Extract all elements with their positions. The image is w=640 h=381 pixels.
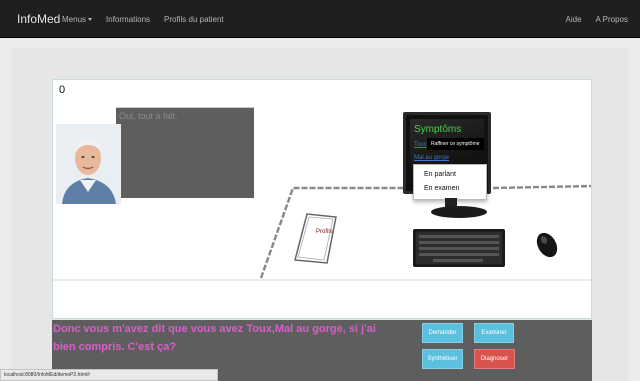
refine-tooltip: Raffiner ce symptôme [427, 138, 484, 150]
symptom-link-toux[interactable]: Toux [414, 142, 427, 148]
menu-item-en-parlant[interactable]: En parlant [424, 171, 456, 178]
nav-informations[interactable]: Informations [106, 15, 150, 24]
nav-right: Aide A Propos [566, 15, 628, 24]
doctor-dialog-text: Donc vous m'avez dit que vous avez Toux,… [53, 323, 376, 353]
symptoms-title: Symptôms [414, 124, 462, 135]
symptom-link-mal-au-gorge[interactable]: Mal au gorge [414, 155, 449, 161]
nav-menus-label: Menus [62, 15, 87, 24]
nav-left: Menus Informations Profils du patient [62, 15, 224, 24]
brand-logo[interactable]: InfoMed [17, 12, 60, 26]
desk-illustration [53, 184, 591, 281]
symptom-context-menu: En parlant En examen [413, 164, 487, 200]
nav-aide[interactable]: Aide [566, 15, 582, 24]
monitor-base [431, 206, 487, 218]
nav-a-propos[interactable]: A Propos [596, 15, 628, 24]
demander-button[interactable]: Demander [422, 323, 463, 343]
synthetiser-button[interactable]: Synthétiser [422, 349, 463, 369]
nav-profils-patient[interactable]: Profils du patient [164, 15, 224, 24]
caret-down-icon [88, 18, 93, 22]
top-navbar: InfoMed Menus Informations Profils du pa… [0, 0, 640, 38]
profils-label: Profils [316, 229, 333, 235]
consultation-scene: 0 Oui, tout à fait. Profils Symptôms Tou… [52, 79, 592, 319]
menu-item-en-examen[interactable]: En examen [424, 185, 459, 192]
diagnoser-button[interactable]: Diagnoser [474, 349, 515, 369]
examiner-button[interactable]: Examiner [474, 323, 514, 343]
nav-menus-dropdown[interactable]: Menus [62, 15, 93, 24]
browser-status-bar: localhost:8080/InfoMEd/demoP2.html# [0, 369, 218, 381]
